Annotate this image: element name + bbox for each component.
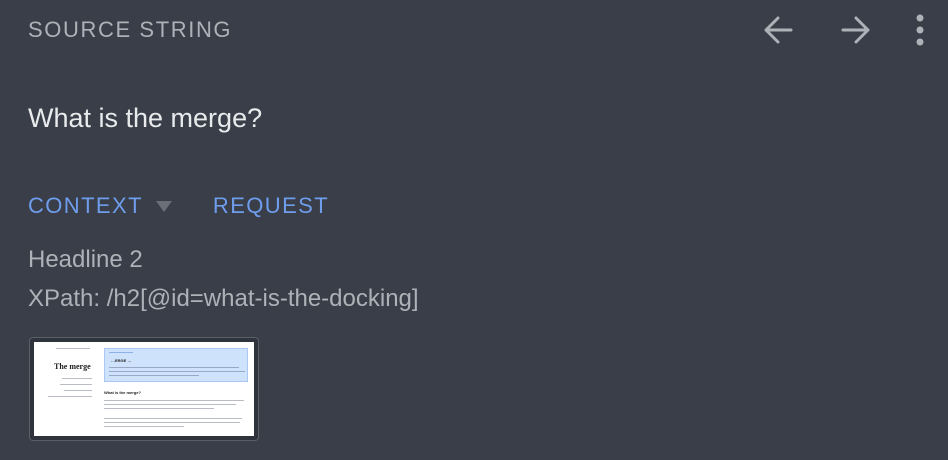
- section-title: SOURCE STRING: [28, 17, 233, 42]
- tab-request[interactable]: REQUEST: [213, 193, 329, 219]
- screenshot-content: …ERGE … What is the merge?: [102, 342, 254, 436]
- tab-context-label: CONTEXT: [28, 193, 143, 218]
- screenshot-banner: …ERGE …: [104, 348, 248, 382]
- source-string-text: What is the merge?: [28, 103, 263, 133]
- arrow-right-icon: [841, 16, 870, 44]
- forward-button[interactable]: [836, 10, 876, 50]
- screenshot-banner-heading: …ERGE …: [111, 358, 132, 363]
- context-element-type: Headline 2: [28, 246, 143, 273]
- context-screenshot-thumbnail[interactable]: The merge …ERGE … What is the merge?: [29, 337, 259, 441]
- context-xpath: XPath: /h2[@id=what-is-the-docking]: [28, 285, 419, 312]
- more-options-button[interactable]: [914, 10, 926, 50]
- tab-request-label: REQUEST: [212, 193, 330, 218]
- screenshot-page-title: The merge: [54, 362, 91, 371]
- arrow-left-icon: [764, 16, 793, 44]
- tab-bar: CONTEXT REQUEST: [28, 193, 329, 219]
- screenshot-section-heading: What is the merge?: [104, 390, 141, 395]
- screenshot-image: The merge …ERGE … What is the merge?: [34, 342, 254, 436]
- tab-context[interactable]: CONTEXT: [28, 193, 213, 219]
- more-vertical-icon: [916, 14, 924, 46]
- back-button[interactable]: [758, 10, 798, 50]
- caret-down-icon: [155, 193, 173, 219]
- toolbar: [758, 10, 928, 50]
- screenshot-sidebar: The merge: [34, 342, 98, 436]
